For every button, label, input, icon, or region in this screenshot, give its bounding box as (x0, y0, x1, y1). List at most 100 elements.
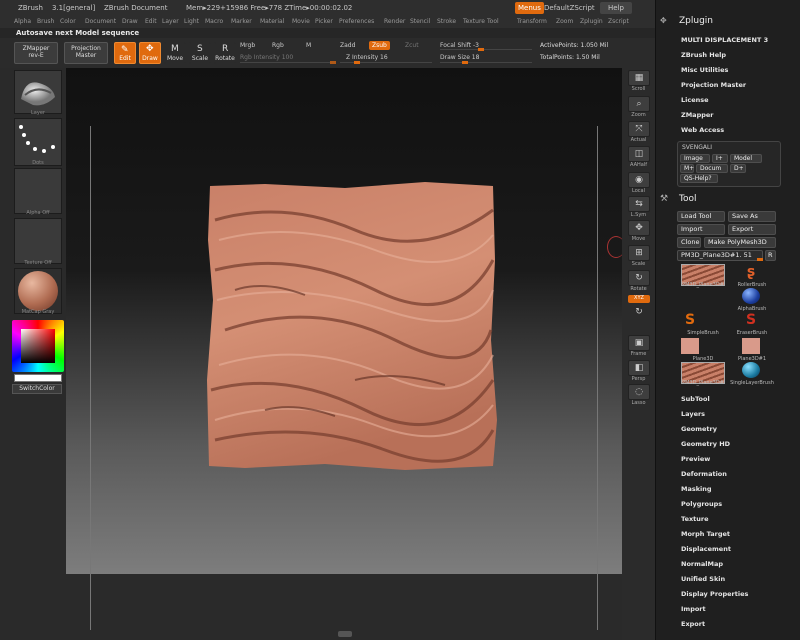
local-button[interactable]: ◉ (628, 172, 650, 188)
zplugin-collapse-icon[interactable]: ✥ (660, 16, 674, 26)
zplugin-item[interactable]: ZMapper (681, 111, 714, 119)
scale-button[interactable]: ⊞ (628, 245, 650, 261)
color-picker-square[interactable] (21, 329, 55, 363)
tool-subpalette-normalmap[interactable]: NormalMap (681, 560, 723, 568)
simple-brush-icon[interactable]: S (681, 312, 699, 328)
menu-transform[interactable]: Transform (517, 18, 547, 25)
rotate-button[interactable]: R Rotate (214, 42, 236, 64)
tool-subpalette-deformation[interactable]: Deformation (681, 470, 727, 478)
m-button[interactable]: M (306, 42, 311, 49)
move-button[interactable]: M Move (164, 42, 186, 64)
material-thumbnail[interactable] (14, 268, 62, 314)
lasso-button[interactable]: ◌ (628, 384, 650, 400)
draw-button[interactable]: ✥ Draw (139, 42, 161, 64)
zplugin-item[interactable]: Projection Master (681, 81, 746, 89)
svengali-document-plus-button[interactable]: D+ (730, 164, 746, 173)
menu-picker[interactable]: Picker (315, 18, 333, 25)
menu-movie[interactable]: Movie (292, 18, 310, 25)
zplugin-title[interactable]: Zplugin (679, 16, 713, 26)
tool-subpalette-displacement[interactable]: Displacement (681, 545, 731, 553)
rotate-axis-button[interactable]: ↻ (628, 305, 650, 317)
menu-stroke[interactable]: Stroke (437, 18, 456, 25)
tool-subpalette-display-properties[interactable]: Display Properties (681, 590, 748, 598)
zmapper-button[interactable]: ZMapper rev-E (14, 42, 58, 64)
rgb-button[interactable]: Rgb (272, 42, 284, 49)
mrgb-button[interactable]: Mrgb (240, 42, 255, 49)
menu-zplugin[interactable]: Zplugin (580, 18, 603, 25)
xyz-symmetry-button[interactable]: XYZ (628, 295, 650, 303)
roller-brush-icon[interactable]: ʂ (742, 264, 760, 280)
lsym-button[interactable]: ⇆ (628, 196, 650, 212)
aahalf-button[interactable]: ◫ (628, 146, 650, 162)
texture-thumbnail[interactable] (14, 218, 62, 264)
projection-master-button[interactable]: Projection Master (64, 42, 108, 64)
clay-plane-mesh[interactable] (205, 180, 497, 472)
menu-stencil[interactable]: Stencil (410, 18, 430, 25)
tool-import-button[interactable]: Import (677, 224, 725, 235)
menu-edit[interactable]: Edit (145, 18, 157, 25)
svengali-quicksave-help-button[interactable]: QS-Help? (680, 174, 718, 183)
menu-light[interactable]: Light (184, 18, 199, 25)
tool-subpalette-import[interactable]: Import (681, 605, 706, 613)
current-tool-slider[interactable]: PM3D_Plane3D#1. 51 (677, 250, 763, 261)
zsub-button[interactable]: Zsub (369, 41, 390, 50)
tool-subpalette-geometry-hd[interactable]: Geometry HD (681, 440, 730, 448)
save-as-button[interactable]: Save As (728, 211, 776, 222)
menu-document[interactable]: Document (85, 18, 116, 25)
menus-button[interactable]: Menus (515, 2, 544, 14)
default-zscript-button[interactable]: DefaultZScript (544, 4, 595, 12)
actual-button[interactable]: ⤧ (628, 121, 650, 137)
menu-preferences[interactable]: Preferences (339, 18, 374, 25)
plane3d-1-thumb[interactable] (742, 338, 760, 354)
menu-brush[interactable]: Brush (37, 18, 54, 25)
z-intensity-slider[interactable]: Z Intensity 16 (346, 54, 388, 61)
svengali-document-button[interactable]: Docum (696, 164, 728, 173)
tool-subpalette-preview[interactable]: Preview (681, 455, 710, 463)
alpha-thumbnail[interactable] (14, 168, 62, 214)
tool-hammer-icon[interactable]: ⚒ (660, 194, 674, 206)
menu-alpha[interactable]: Alpha (14, 18, 31, 25)
scale-button[interactable]: S Scale (189, 42, 211, 64)
edit-button[interactable]: ✎ Edit (114, 42, 136, 64)
zplugin-item[interactable]: Web Access (681, 126, 724, 134)
tool-subpalette-polygroups[interactable]: Polygroups (681, 500, 722, 508)
zadd-button[interactable]: Zadd (340, 42, 355, 49)
bottom-scroll-handle[interactable] (338, 631, 352, 637)
plane3d-thumb[interactable] (681, 338, 699, 354)
menu-macro[interactable]: Macro (205, 18, 223, 25)
alpha-brush-icon[interactable] (742, 288, 760, 304)
tool-subpalette-export[interactable]: Export (681, 620, 705, 628)
menu-texture[interactable]: Texture (463, 18, 485, 25)
tool-export-button[interactable]: Export (728, 224, 776, 235)
tool-subpalette-texture[interactable]: Texture (681, 515, 709, 523)
menu-render[interactable]: Render (384, 18, 405, 25)
tool-subpalette-unified-skin[interactable]: Unified Skin (681, 575, 725, 583)
menu-draw[interactable]: Draw (122, 18, 138, 25)
tool-subpalette-geometry[interactable]: Geometry (681, 425, 717, 433)
menu-material[interactable]: Material (260, 18, 284, 25)
tool-subpalette-layers[interactable]: Layers (681, 410, 705, 418)
tool-title[interactable]: Tool (679, 194, 696, 204)
frame-button[interactable]: ▣ (628, 335, 650, 351)
menu-zoom[interactable]: Zoom (556, 18, 573, 25)
zplugin-item[interactable]: Misc Utilities (681, 66, 728, 74)
move-button[interactable]: ✥ (628, 220, 650, 236)
menu-marker[interactable]: Marker (231, 18, 252, 25)
rgb-intensity-slider[interactable]: Rgb Intensity 100 (240, 54, 293, 61)
svengali-image-plus-button[interactable]: I+ (712, 154, 728, 163)
scroll-button[interactable]: ▦ (628, 70, 650, 86)
load-tool-button[interactable]: Load Tool (677, 211, 725, 222)
rotate-button[interactable]: ↻ (628, 270, 650, 286)
menu-color[interactable]: Color (60, 18, 76, 25)
tool-r-button[interactable]: R (765, 250, 776, 261)
zplugin-item[interactable]: License (681, 96, 709, 104)
persp-button[interactable]: ◧ (628, 360, 650, 376)
single-layer-brush-icon[interactable] (742, 362, 760, 378)
main-color-swatch[interactable] (14, 374, 62, 382)
zoom-button[interactable]: ⌕ (628, 96, 650, 112)
menu-zscript[interactable]: Zscript (608, 18, 629, 25)
brush-thumbnail[interactable] (14, 70, 62, 114)
zcut-button[interactable]: Zcut (405, 42, 419, 49)
zplugin-item[interactable]: ZBrush Help (681, 51, 726, 59)
switch-color-button[interactable]: SwitchColor (12, 384, 62, 394)
